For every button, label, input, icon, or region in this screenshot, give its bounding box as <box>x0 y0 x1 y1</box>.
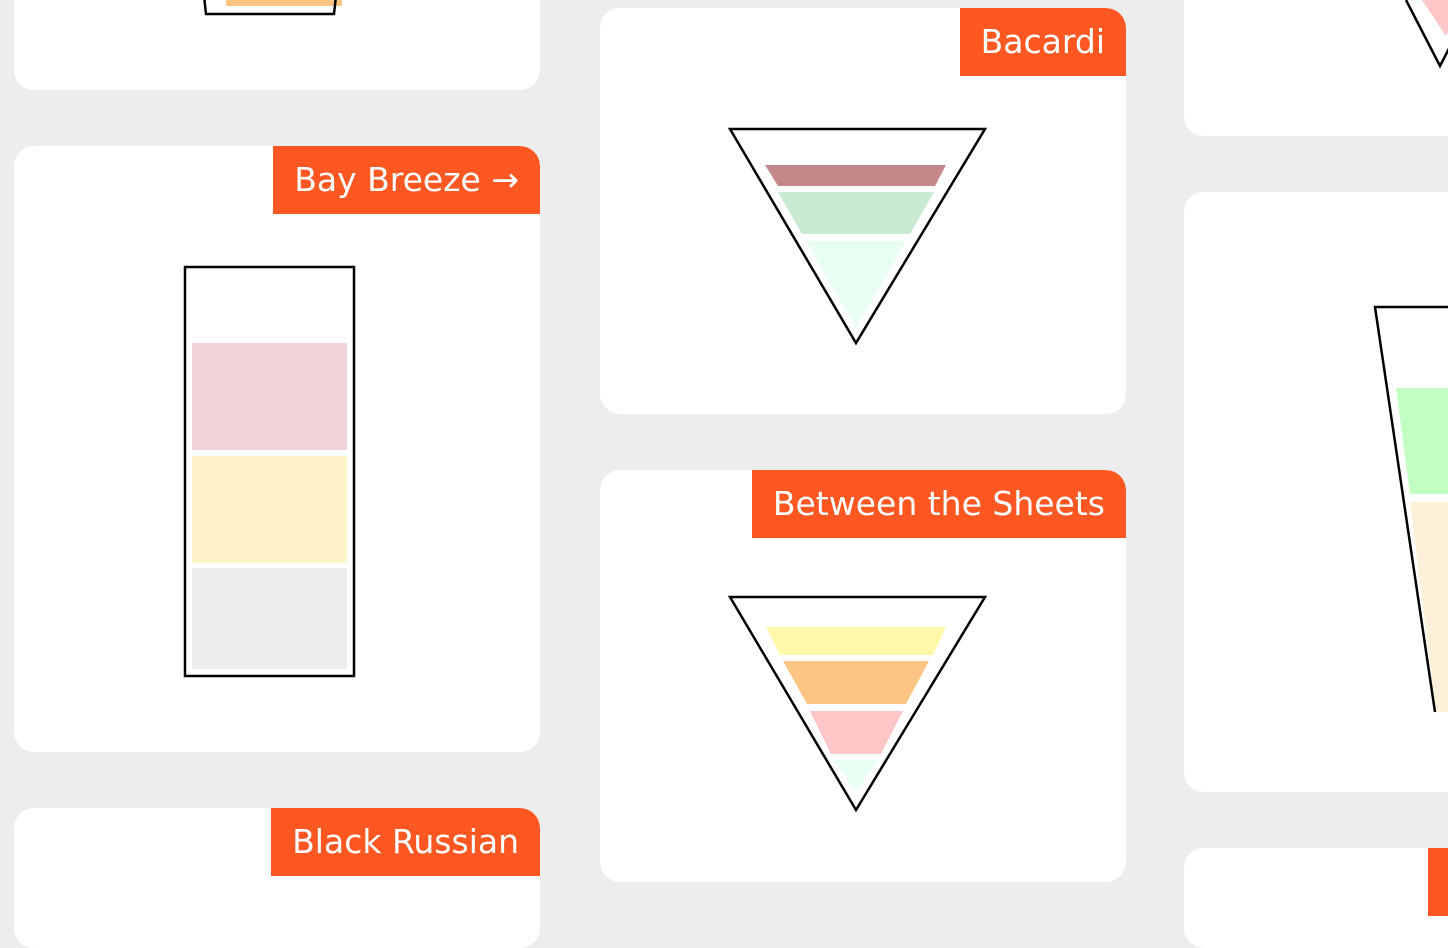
glass-layer <box>192 456 347 563</box>
glass-layer <box>766 627 946 655</box>
drink-card-bacardi[interactable]: Bacardi <box>600 8 1126 414</box>
glass-layer <box>192 343 347 450</box>
glass-layer <box>783 661 929 704</box>
glass-layer <box>1422 0 1448 36</box>
drink-card-partial-bottom-right[interactable] <box>1184 848 1448 948</box>
drink-card-between-the-sheets[interactable]: Between the Sheets <box>600 470 1126 882</box>
glass-layer <box>1410 502 1448 712</box>
drink-card-partial-top-right[interactable] <box>1184 0 1448 136</box>
glass-layer <box>226 0 342 6</box>
drink-name-label-partial[interactable] <box>1428 848 1448 916</box>
glass-layer <box>810 711 903 754</box>
drink-card-bay-breeze[interactable]: Bay Breeze → <box>14 146 540 752</box>
glass-layer <box>834 760 878 792</box>
drink-card-partial-right[interactable] <box>1184 192 1448 792</box>
drink-name-label-black-russian[interactable]: Black Russian <box>271 808 540 876</box>
drink-card-partial-top-left[interactable] <box>14 0 540 90</box>
cocktail-glass-illustration <box>1404 0 1448 69</box>
glass-layer <box>192 568 347 669</box>
glass-layer <box>778 192 934 234</box>
glass-layer <box>1396 388 1448 494</box>
glass-illustration <box>203 0 342 16</box>
cocktail-glass-illustration <box>727 595 988 813</box>
cocktail-glass-illustration <box>727 127 988 346</box>
pilsner-glass-illustration <box>1373 305 1448 713</box>
highball-glass-illustration <box>183 265 356 678</box>
drink-card-black-russian[interactable]: Black Russian <box>14 808 540 948</box>
glass-layer <box>765 165 946 186</box>
